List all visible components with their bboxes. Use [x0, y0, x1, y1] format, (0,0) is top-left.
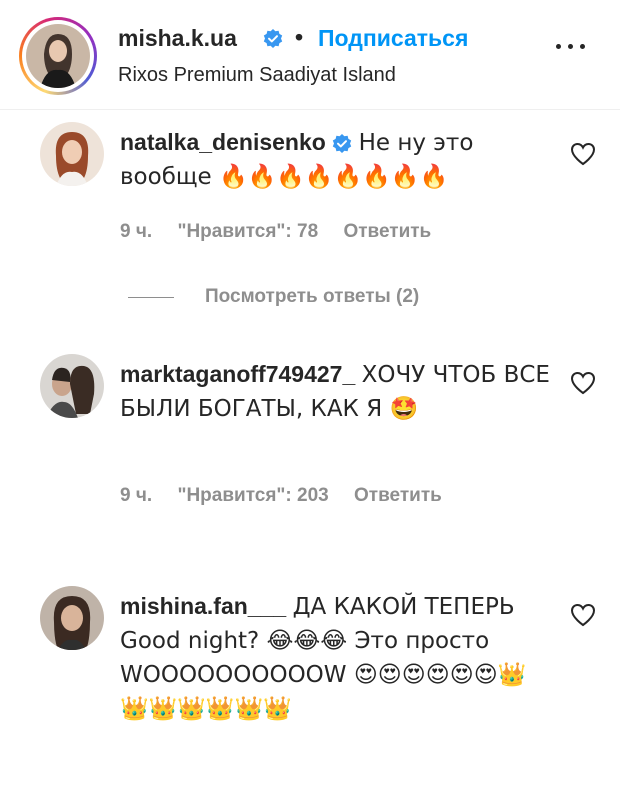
verified-badge-icon — [332, 129, 358, 155]
avatar[interactable] — [40, 122, 104, 186]
heart-outline-icon[interactable] — [570, 371, 596, 395]
divider — [128, 297, 174, 298]
view-replies-label: Посмотреть ответы (2) — [205, 286, 420, 307]
location-link[interactable]: Rixos Premium Saadiyat Island — [118, 64, 396, 87]
comment-likes[interactable]: "Нравится": 78 — [177, 221, 318, 242]
follow-button[interactable]: Подписаться — [318, 25, 468, 52]
avatar[interactable] — [40, 586, 104, 650]
comment-time[interactable]: 9 ч. — [120, 221, 152, 242]
comment-meta: 9 ч. "Нравится": 203 Ответить — [120, 485, 462, 507]
story-ring[interactable] — [19, 17, 97, 95]
heart-outline-icon[interactable] — [570, 142, 596, 166]
comment-meta: 9 ч. "Нравится": 78 Ответить — [120, 221, 451, 243]
verified-badge-icon — [263, 29, 283, 49]
separator-dot: • — [295, 24, 304, 50]
comment-username[interactable]: mishina.fan___ — [120, 593, 286, 619]
post-author-username[interactable]: misha.k.ua — [118, 25, 237, 52]
post-header: misha.k.ua • Подписаться Rixos Premium S… — [0, 0, 620, 110]
more-options-icon[interactable] — [556, 41, 586, 51]
comment-likes[interactable]: "Нравится": 203 — [177, 485, 328, 506]
reply-button[interactable]: Ответить — [354, 485, 442, 506]
avatar[interactable] — [26, 24, 90, 88]
reply-button[interactable]: Ответить — [343, 221, 431, 242]
comment-username[interactable]: marktaganoff749427_ — [120, 361, 355, 387]
avatar[interactable] — [40, 354, 104, 418]
comment-time[interactable]: 9 ч. — [120, 485, 152, 506]
comment-username[interactable]: natalka_denisenko — [120, 129, 326, 155]
heart-outline-icon[interactable] — [570, 603, 596, 627]
